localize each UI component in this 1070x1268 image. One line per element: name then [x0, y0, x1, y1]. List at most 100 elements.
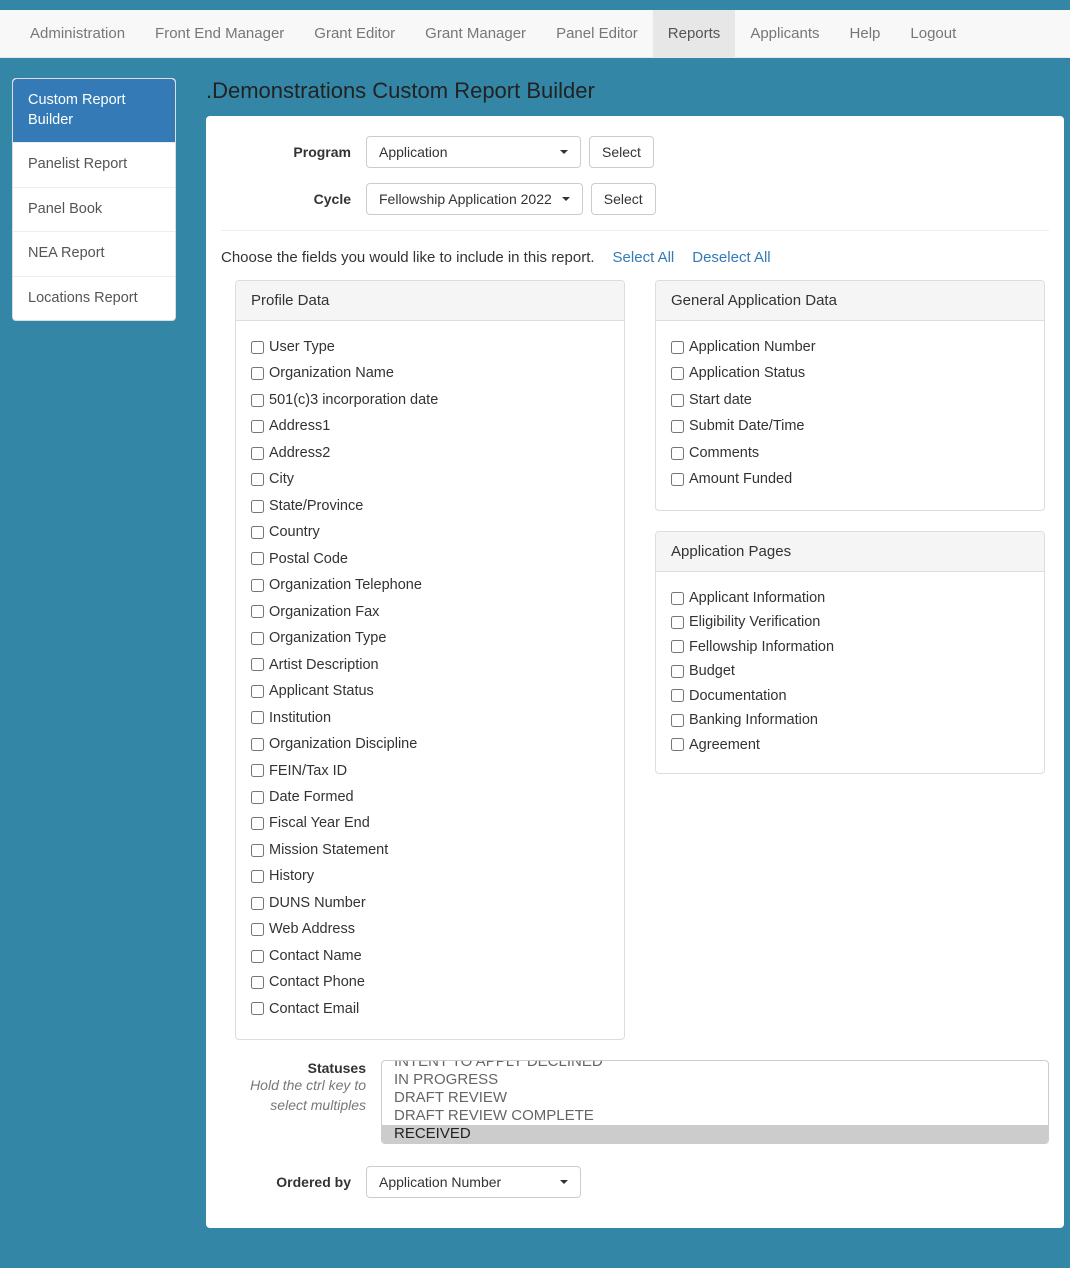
checkbox[interactable] — [251, 1002, 264, 1015]
checkbox[interactable] — [251, 658, 264, 671]
checkbox[interactable] — [251, 976, 264, 989]
checkbox[interactable] — [671, 738, 684, 751]
checkbox[interactable] — [671, 473, 684, 486]
cycle-dropdown[interactable]: Fellowship Application 2022 — [366, 183, 583, 215]
nav-front-end-manager[interactable]: Front End Manager — [140, 10, 299, 57]
sidebar-item-nea-report[interactable]: NEA Report — [13, 232, 175, 277]
profile-field-user-type[interactable]: User Type — [251, 336, 609, 358]
checkbox[interactable] — [251, 447, 264, 460]
nav-help[interactable]: Help — [835, 10, 896, 57]
profile-field-web-address[interactable]: Web Address — [251, 918, 609, 940]
profile-field-institution[interactable]: Institution — [251, 707, 609, 729]
statuses-multiselect[interactable]: INTENT TO APPLY DECLINEDIN PROGRESSDRAFT… — [381, 1060, 1049, 1144]
pages-field-banking-information[interactable]: Banking Information — [671, 709, 1029, 731]
checkbox[interactable] — [671, 616, 684, 629]
checkbox[interactable] — [251, 817, 264, 830]
checkbox[interactable] — [251, 473, 264, 486]
profile-field-address2[interactable]: Address2 — [251, 442, 609, 464]
profile-field-fein-tax-id[interactable]: FEIN/Tax ID — [251, 760, 609, 782]
checkbox[interactable] — [251, 950, 264, 963]
nav-panel-editor[interactable]: Panel Editor — [541, 10, 653, 57]
deselect-all-link[interactable]: Deselect All — [692, 249, 770, 266]
nav-grant-manager[interactable]: Grant Manager — [410, 10, 541, 57]
checkbox[interactable] — [251, 897, 264, 910]
general-field-submit-date-time[interactable]: Submit Date/Time — [671, 415, 1029, 437]
sidebar-item-custom-report-builder[interactable]: Custom Report Builder — [13, 79, 175, 143]
pages-field-applicant-information[interactable]: Applicant Information — [671, 587, 1029, 609]
checkbox[interactable] — [671, 665, 684, 678]
checkbox[interactable] — [251, 844, 264, 857]
general-field-amount-funded[interactable]: Amount Funded — [671, 468, 1029, 490]
checkbox[interactable] — [251, 632, 264, 645]
checkbox[interactable] — [251, 367, 264, 380]
program-select-button[interactable]: Select — [589, 136, 654, 168]
sidebar-item-panelist-report[interactable]: Panelist Report — [13, 143, 175, 188]
pages-field-agreement[interactable]: Agreement — [671, 734, 1029, 756]
nav-logout[interactable]: Logout — [895, 10, 971, 57]
cycle-select-button[interactable]: Select — [591, 183, 656, 215]
checkbox[interactable] — [671, 640, 684, 653]
profile-field-state-province[interactable]: State/Province — [251, 495, 609, 517]
profile-field-contact-name[interactable]: Contact Name — [251, 945, 609, 967]
checkbox[interactable] — [251, 711, 264, 724]
checkbox[interactable] — [671, 447, 684, 460]
general-field-comments[interactable]: Comments — [671, 442, 1029, 464]
sidebar-item-panel-book[interactable]: Panel Book — [13, 188, 175, 233]
checkbox[interactable] — [251, 420, 264, 433]
checkbox[interactable] — [251, 791, 264, 804]
status-option-draft-review[interactable]: DRAFT REVIEW — [382, 1089, 1048, 1107]
profile-field-duns-number[interactable]: DUNS Number — [251, 892, 609, 914]
ordered-by-dropdown[interactable]: Application Number — [366, 1166, 581, 1198]
checkbox[interactable] — [251, 870, 264, 883]
profile-field-applicant-status[interactable]: Applicant Status — [251, 680, 609, 702]
profile-field-city[interactable]: City — [251, 468, 609, 490]
status-option-received[interactable]: RECEIVED — [382, 1125, 1048, 1143]
pages-field-fellowship-information[interactable]: Fellowship Information — [671, 636, 1029, 658]
checkbox[interactable] — [671, 714, 684, 727]
profile-field-country[interactable]: Country — [251, 521, 609, 543]
checkbox[interactable] — [251, 685, 264, 698]
profile-field-contact-phone[interactable]: Contact Phone — [251, 971, 609, 993]
checkbox[interactable] — [671, 689, 684, 702]
general-field-application-number[interactable]: Application Number — [671, 336, 1029, 358]
checkbox[interactable] — [251, 552, 264, 565]
profile-field-address1[interactable]: Address1 — [251, 415, 609, 437]
checkbox[interactable] — [251, 526, 264, 539]
profile-field-date-formed[interactable]: Date Formed — [251, 786, 609, 808]
checkbox[interactable] — [671, 341, 684, 354]
nav-reports[interactable]: Reports — [653, 10, 736, 57]
profile-field-artist-description[interactable]: Artist Description — [251, 654, 609, 676]
profile-field-postal-code[interactable]: Postal Code — [251, 548, 609, 570]
profile-field-organization-telephone[interactable]: Organization Telephone — [251, 574, 609, 596]
status-option-draft-review-complete[interactable]: DRAFT REVIEW COMPLETE — [382, 1107, 1048, 1125]
checkbox[interactable] — [671, 592, 684, 605]
checkbox[interactable] — [671, 367, 684, 380]
status-option-in-progress[interactable]: IN PROGRESS — [382, 1071, 1048, 1089]
checkbox[interactable] — [251, 394, 264, 407]
checkbox[interactable] — [251, 579, 264, 592]
nav-administration[interactable]: Administration — [15, 10, 140, 57]
profile-field-organization-discipline[interactable]: Organization Discipline — [251, 733, 609, 755]
checkbox[interactable] — [251, 341, 264, 354]
checkbox[interactable] — [251, 738, 264, 751]
profile-field-organization-name[interactable]: Organization Name — [251, 362, 609, 384]
profile-field-fiscal-year-end[interactable]: Fiscal Year End — [251, 812, 609, 834]
checkbox[interactable] — [251, 923, 264, 936]
profile-field-contact-email[interactable]: Contact Email — [251, 998, 609, 1020]
checkbox[interactable] — [251, 500, 264, 513]
profile-field-history[interactable]: History — [251, 865, 609, 887]
profile-field-501-c-3-incorporation-date[interactable]: 501(c)3 incorporation date — [251, 389, 609, 411]
checkbox[interactable] — [671, 420, 684, 433]
profile-field-organization-fax[interactable]: Organization Fax — [251, 601, 609, 623]
checkbox[interactable] — [671, 394, 684, 407]
pages-field-documentation[interactable]: Documentation — [671, 685, 1029, 707]
profile-field-mission-statement[interactable]: Mission Statement — [251, 839, 609, 861]
sidebar-item-locations-report[interactable]: Locations Report — [13, 277, 175, 321]
select-all-link[interactable]: Select All — [613, 249, 675, 266]
general-field-start-date[interactable]: Start date — [671, 389, 1029, 411]
program-dropdown[interactable]: Application — [366, 136, 581, 168]
checkbox[interactable] — [251, 764, 264, 777]
status-option-intent-to-apply-declined[interactable]: INTENT TO APPLY DECLINED — [382, 1060, 1048, 1071]
checkbox[interactable] — [251, 605, 264, 618]
nav-grant-editor[interactable]: Grant Editor — [299, 10, 410, 57]
